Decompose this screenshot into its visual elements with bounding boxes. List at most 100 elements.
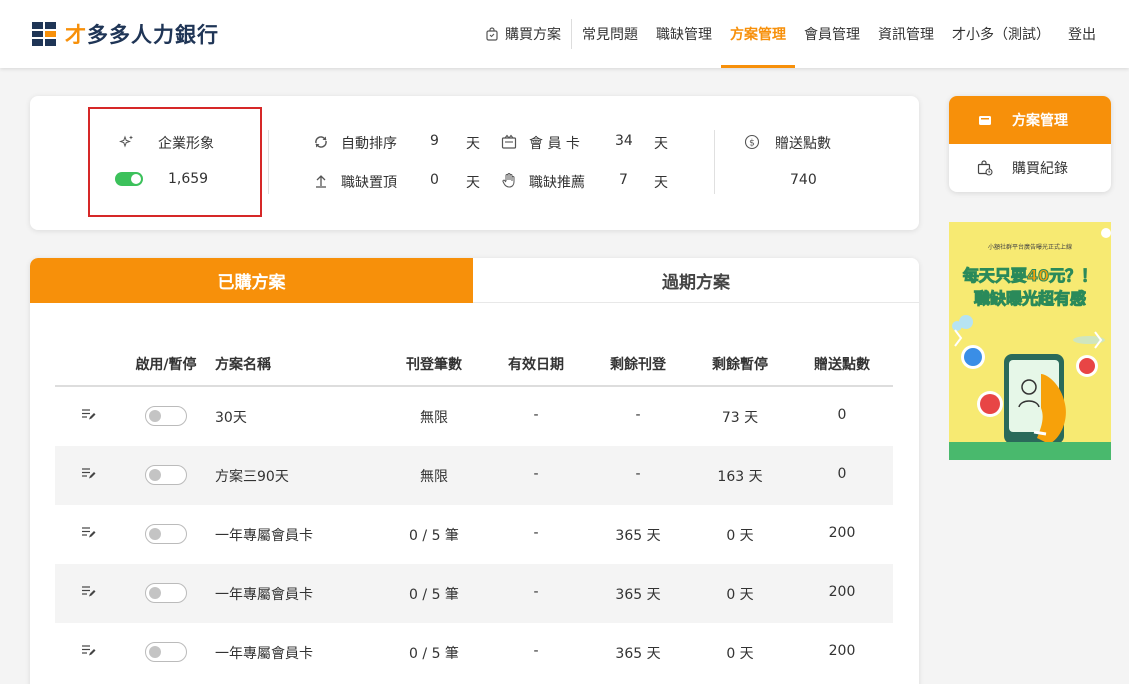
nav-faq[interactable]: 常見問題 [573,0,647,68]
table-row: 一年專屬會員卡 0 / 5 筆 - 365 天 0 天 200 [55,623,893,682]
side-item-purchase-history[interactable]: 購買紀錄 [949,144,1111,192]
highlight-box [88,107,262,217]
plan-bonus-points: 0 [837,407,847,423]
plan-enable-toggle[interactable] [145,524,187,544]
plan-remaining-pause: 163 天 [717,469,763,485]
top-header: 才多多人力銀行 購買方案 常見問題 職缺管理 方案管理 會員管理 資訊管理 才小… [0,0,1129,68]
bonus-points-value: 740 [790,172,817,188]
plan-remaining-pause: 0 天 [726,646,754,662]
nav-buy-plan[interactable]: 購買方案 [476,0,570,68]
sparkle-icon [119,135,133,148]
card-icon [501,134,517,149]
edit-icon[interactable] [81,525,97,539]
plan-listings: 0 / 5 筆 [409,528,459,544]
col-bonus-points: 贈送點數 [814,357,870,373]
divider [714,130,715,194]
side-item-plan-management[interactable]: 方案管理 [949,96,1111,144]
plan-listings: 0 / 5 筆 [409,587,459,603]
plan-listings: 0 / 5 筆 [409,646,459,662]
plans-table: 啟用/暫停 方案名稱 刊登筆數 有效日期 剩餘刊登 剩餘暫停 贈送點數 30天 … [55,340,893,682]
nav-logout[interactable]: 登出 [1059,0,1105,68]
job-recommend-label: 職缺推薦 [529,175,585,191]
col-plan-name: 方案名稱 [215,357,271,373]
plan-remaining-posts: 365 天 [615,646,661,662]
nav-job-management[interactable]: 職缺管理 [647,0,721,68]
edit-icon[interactable] [81,643,97,657]
plan-name: 一年專屬會員卡 [215,528,313,544]
plan-bonus-points: 200 [828,525,856,541]
nav-member-management[interactable]: 會員管理 [795,0,869,68]
nav-label: 購買方案 [505,27,561,43]
table-row: 方案三90天 無限 - - 163 天 0 [55,446,893,505]
wallet-icon [979,116,991,125]
nav-user-name[interactable]: 才小多（測試） [943,0,1059,68]
sync-icon [315,136,327,148]
member-card-label: 會 員 卡 [529,136,580,152]
divider [268,130,269,194]
plan-name: 30天 [215,410,247,426]
brand-image-toggle[interactable] [115,172,143,186]
plan-valid-date: - [533,584,539,600]
table-row: 30天 無限 - - 73 天 0 [55,387,893,446]
tab-expired-plans[interactable]: 過期方案 [473,258,919,303]
plan-remaining-posts: - [635,466,641,482]
table-row: 一年專屬會員卡 0 / 5 筆 - 365 天 0 天 200 [55,564,893,623]
plan-bonus-points: 0 [837,466,847,482]
logo[interactable]: 才多多人力銀行 [32,19,219,49]
job-recommend-value: 7 [619,172,628,188]
edit-icon[interactable] [81,466,97,480]
col-remaining-posts: 剩餘刊登 [610,357,666,373]
plan-name: 方案三90天 [215,469,289,485]
col-remaining-pause: 剩餘暫停 [712,357,768,373]
tab-purchased-plans[interactable]: 已購方案 [30,258,473,303]
shopping-bag-icon [486,27,498,41]
table-header: 啟用/暫停 方案名稱 刊登筆數 有效日期 剩餘刊登 剩餘暫停 贈送點數 [55,340,893,387]
coin-icon: $ [744,134,760,150]
plan-enable-toggle[interactable] [145,465,187,485]
plans-panel: 已購方案 過期方案 啟用/暫停 方案名稱 刊登筆數 有效日期 剩餘刊登 剩餘暫停… [30,258,919,684]
job-top-unit: 天 [466,175,480,191]
side-item-label: 購買紀錄 [1012,161,1068,177]
edit-icon[interactable] [81,584,97,598]
plan-remaining-posts: - [635,407,641,423]
auto-sort-value: 9 [430,133,439,149]
side-menu: 方案管理 購買紀錄 [949,96,1111,192]
auto-sort-unit: 天 [466,136,480,152]
side-item-label: 方案管理 [1012,113,1068,129]
plan-remaining-pause: 73 天 [721,410,759,426]
plan-valid-date: - [533,407,539,423]
arrow-up-icon [316,175,326,188]
plan-enable-toggle[interactable] [145,583,187,603]
summary-card: 企業形象 1,659 自動排序 9 天 會 員 卡 34 天 職缺置頂 0 天 … [30,96,919,230]
plan-enable-toggle[interactable] [145,406,187,426]
plan-bonus-points: 200 [828,643,856,659]
edit-icon[interactable] [81,407,97,421]
plan-listings: 無限 [420,469,448,485]
svg-text:$: $ [749,139,755,149]
plan-valid-date: - [533,466,539,482]
ad-illustration [952,228,1111,444]
member-card-value: 34 [615,133,633,149]
nav-info-management[interactable]: 資訊管理 [869,0,943,68]
plan-enable-toggle[interactable] [145,642,187,662]
plan-valid-date: - [533,525,539,541]
brand-image-value: 1,659 [168,171,209,187]
plan-remaining-pause: 0 天 [726,528,754,544]
plan-remaining-pause: 0 天 [726,587,754,603]
table-row: 一年專屬會員卡 0 / 5 筆 - 365 天 0 天 200 [55,505,893,564]
ad-banner[interactable]: 小額社群平台廣告曝光正式上線 每天只要40元？！ 職缺曝光超有感 [949,222,1111,460]
logo-text: 才多多人力銀行 [65,23,219,47]
logo-mark-icon [32,22,56,46]
job-top-value: 0 [430,172,439,188]
bonus-points-label: 贈送點數 [775,136,831,152]
nav-plan-management[interactable]: 方案管理 [721,0,795,68]
brand-image-label: 企業形象 [158,136,214,152]
plan-name: 一年專屬會員卡 [215,646,313,662]
plan-remaining-posts: 365 天 [615,587,661,603]
col-valid-date: 有效日期 [508,357,564,373]
plan-valid-date: - [533,643,539,659]
job-recommend-unit: 天 [654,175,668,191]
nav-divider [571,19,572,49]
auto-sort-label: 自動排序 [341,136,397,152]
plan-remaining-posts: 365 天 [615,528,661,544]
